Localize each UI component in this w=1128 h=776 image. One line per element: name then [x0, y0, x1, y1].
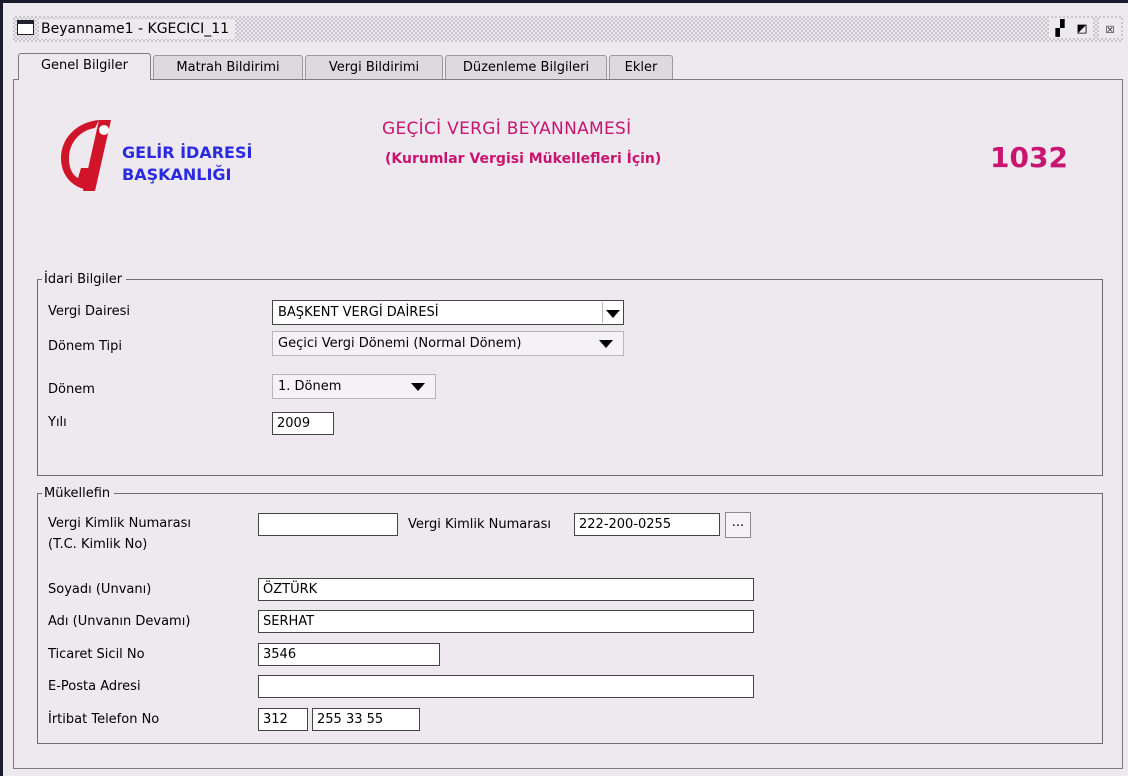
ticaret-sicil-label: Ticaret Sicil No	[48, 647, 145, 662]
window-title: Beyanname1 - KGECICI_11	[39, 19, 236, 39]
idari-bilgiler-legend: İdari Bilgiler	[44, 272, 123, 287]
vkn-lookup-button[interactable]: ...	[725, 512, 751, 538]
mukellef-legend: Mükellefin	[44, 486, 111, 501]
title-bar[interactable]: Beyanname1 - KGECICI_11 ▞ ◩ ☒	[13, 16, 1123, 42]
ticaret-sicil-input[interactable]: 3546	[258, 643, 440, 666]
telefon-label: İrtibat Telefon No	[48, 712, 160, 727]
chevron-down-icon	[606, 310, 620, 318]
chevron-down-icon	[599, 340, 613, 348]
tab-ekler[interactable]: Ekler	[609, 55, 673, 79]
close-icon[interactable]: ☒	[1099, 18, 1121, 38]
tab-matrah-bildirimi[interactable]: Matrah Bildirimi	[153, 55, 303, 79]
donem-tipi-label: Dönem Tipi	[48, 339, 123, 354]
tc-kimlik-input[interactable]	[258, 513, 398, 536]
vergi-dairesi-select[interactable]: BAŞKENT VERGİ DAİRESİ	[272, 300, 624, 325]
form-code: 1032	[990, 141, 1068, 174]
window-icon	[17, 20, 34, 35]
adi-label: Adı (Unvanın Devamı)	[48, 614, 191, 629]
vkn-label: Vergi Kimlik Numarası	[408, 517, 551, 532]
tab-vergi-bildirimi[interactable]: Vergi Bildirimi	[305, 55, 443, 79]
donem-select[interactable]: 1. Dönem	[272, 374, 436, 399]
soyadi-label: Soyadı (Unvanı)	[48, 582, 152, 597]
form-title: GEÇİCİ VERGİ BEYANNAMESİ	[382, 119, 632, 139]
tab-duzenleme-bilgileri[interactable]: Düzenleme Bilgileri	[445, 55, 607, 79]
donem-label: Dönem	[48, 382, 95, 397]
donem-tipi-value: Geçici Vergi Dönemi (Normal Dönem)	[278, 336, 522, 351]
org-name-line2: BAŞKANLIĞI	[122, 165, 232, 184]
restore-icon[interactable]: ▞	[1049, 18, 1071, 38]
telefon-numara-input[interactable]: 255 33 55	[312, 708, 420, 731]
chevron-down-icon	[411, 383, 425, 391]
org-name: GELİR İDARESİ BAŞKANLIĞI	[122, 142, 252, 186]
vkn-input[interactable]: 222-200-0255	[574, 513, 720, 536]
vergi-dairesi-value: BAŞKENT VERGİ DAİRESİ	[278, 305, 439, 320]
yil-label: Yılı	[48, 415, 67, 430]
adi-input[interactable]: SERHAT	[258, 610, 754, 633]
tab-bar: Genel Bilgiler Matrah Bildirimi Vergi Bi…	[13, 53, 1123, 80]
gib-logo	[61, 120, 111, 191]
donem-value: 1. Dönem	[278, 379, 342, 394]
eposta-label: E-Posta Adresi	[48, 679, 141, 694]
vergi-dairesi-label: Vergi Dairesi	[48, 304, 131, 319]
vkn-tc-label-line1: Vergi Kimlik Numarası	[48, 516, 191, 531]
donem-tipi-select[interactable]: Geçici Vergi Dönemi (Normal Dönem)	[272, 331, 624, 356]
form-subtitle: (Kurumlar Vergisi Mükellefleri İçin)	[385, 151, 662, 167]
yil-input[interactable]: 2009	[272, 412, 334, 435]
eposta-input[interactable]	[258, 675, 754, 698]
soyadi-input[interactable]: ÖZTÜRK	[258, 578, 754, 601]
maximize-icon[interactable]: ◩	[1071, 18, 1093, 38]
org-name-line1: GELİR İDARESİ	[122, 143, 253, 162]
vergi-dairesi-dropdown-button[interactable]	[602, 302, 622, 323]
tab-genel-bilgiler[interactable]: Genel Bilgiler	[18, 53, 151, 80]
vkn-tc-label-line2: (T.C. Kimlik No)	[48, 537, 148, 552]
vkn-tc-label: Vergi Kimlik Numarası (T.C. Kimlik No)	[48, 515, 191, 554]
telefon-alan-kodu-input[interactable]: 312	[258, 708, 308, 731]
